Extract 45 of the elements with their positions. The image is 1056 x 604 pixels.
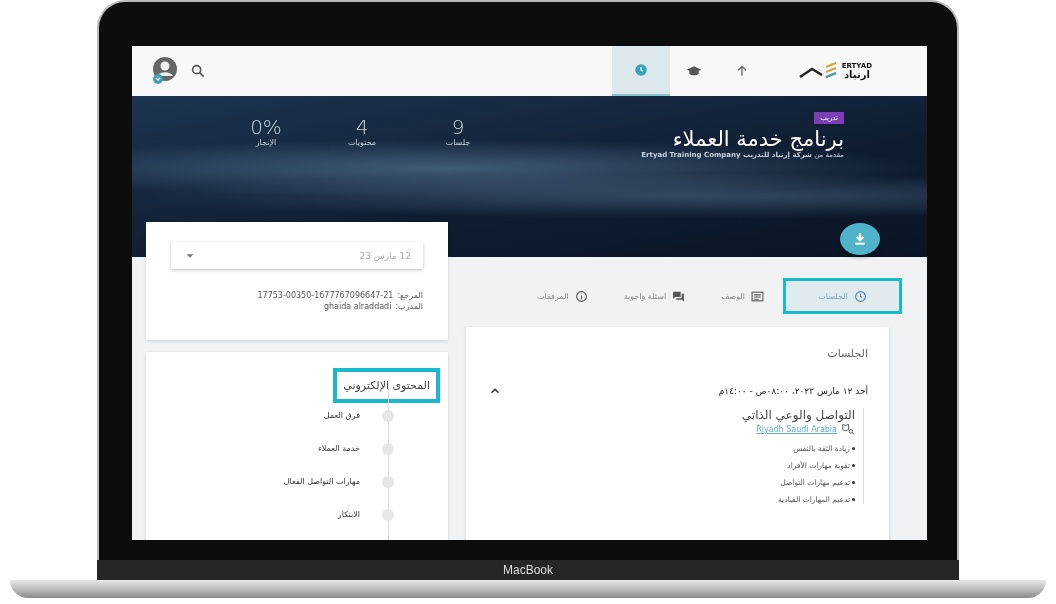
timeline-dot — [382, 409, 394, 422]
map-search-icon — [841, 422, 855, 436]
stat-value: 9 — [450, 116, 466, 138]
download-button[interactable] — [840, 223, 880, 255]
document-icon — [751, 289, 764, 303]
clock-icon — [853, 289, 867, 303]
bullet-icon — [852, 498, 855, 501]
session-topic: التواصل والوعي الذاتي — [740, 408, 855, 422]
date-dropdown[interactable]: 12 مارس 23 — [171, 242, 423, 269]
program-title: برنامج خدمة العملاء — [672, 128, 844, 151]
clock-icon — [633, 63, 648, 77]
chevron-logo-icon — [797, 61, 838, 81]
laptop-label: MacBook — [503, 563, 553, 577]
section-heading: الجلسات — [826, 347, 868, 360]
content-item[interactable]: الابتكار — [337, 510, 360, 519]
stat-label: الإنجاز — [254, 138, 278, 147]
bullet-icon — [852, 481, 855, 484]
stat-value: 0% — [249, 116, 283, 138]
timeline-dot — [382, 442, 394, 455]
section-tab[interactable]: الوصف — [707, 281, 778, 311]
content-item[interactable]: فرق العمل — [323, 411, 360, 420]
stat-label: محتويات — [346, 138, 378, 147]
section-tab[interactable]: المرفقات — [523, 281, 602, 311]
info-icon — [574, 289, 588, 303]
content-item[interactable]: خدمة العملاء — [318, 444, 360, 453]
session-date: أحد ١٢ مارس ٢٠٢٣، ٠٨:٠٠ص - ١٤:٠٠م — [718, 386, 868, 396]
bullet-icon — [852, 464, 855, 467]
section-tab[interactable]: اسئلة واجوبة — [609, 281, 700, 311]
search-icon — [190, 63, 206, 79]
content-item[interactable]: مهارات التواصل الفعال — [283, 477, 360, 486]
location-link[interactable]: Riyadh Saudi Arabia — [756, 424, 837, 434]
timeline-dot — [382, 508, 394, 521]
avatar-icon[interactable] — [150, 56, 180, 86]
field-label: المدرب: — [395, 302, 423, 311]
field-value: ghaida alraddadi — [323, 302, 392, 311]
chat-icon — [672, 289, 686, 303]
stat-label: جلسات — [444, 138, 472, 147]
download-icon — [852, 231, 868, 247]
timeline-dot — [382, 475, 394, 488]
section-tab[interactable]: الجلسات — [786, 281, 899, 311]
stat-value: 4 — [354, 116, 370, 138]
field-label: المرجع: — [397, 291, 423, 300]
field-value: 17753-00350-1677767096647-21 — [257, 291, 394, 300]
logo-text: ارتياد — [843, 69, 870, 80]
bullet-icon — [852, 447, 855, 450]
